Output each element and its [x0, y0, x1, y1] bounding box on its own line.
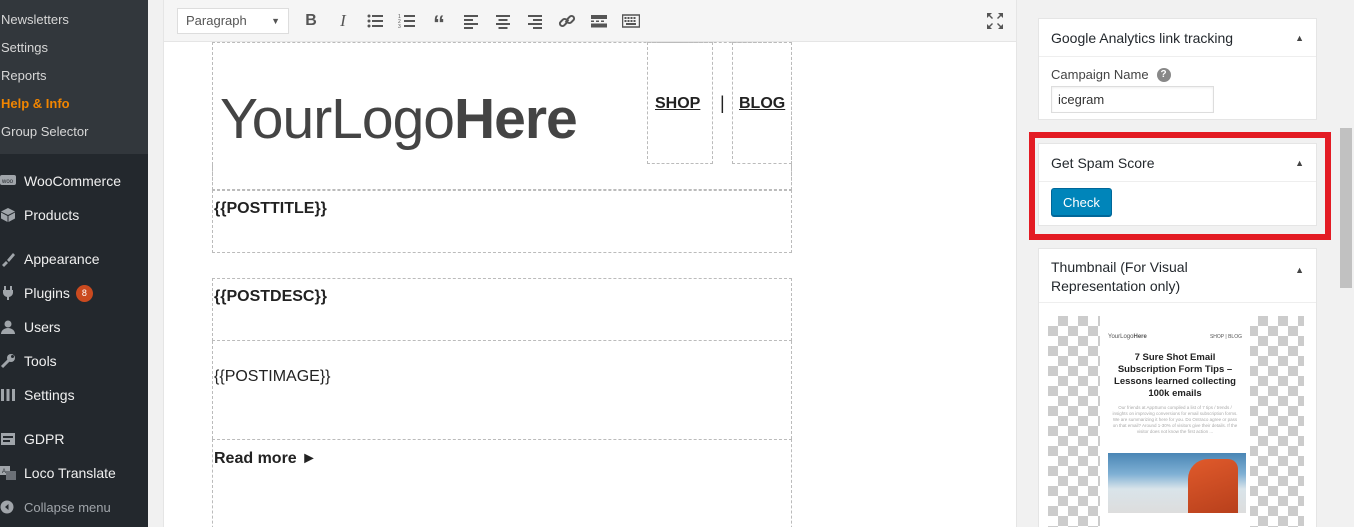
align-left-icon: [464, 14, 478, 29]
insert-link-button[interactable]: [551, 6, 583, 36]
help-icon[interactable]: ?: [1156, 67, 1171, 82]
sidebar-item-gdpr[interactable]: GDPR: [0, 422, 148, 456]
quote-icon: “: [433, 10, 445, 38]
align-center-button[interactable]: [487, 6, 519, 36]
email-editor: Paragraph ▼ B I 123 “ YourLogoHere SHOP …: [163, 0, 1017, 527]
collapse-icon: [0, 500, 24, 514]
sidebar-item-users[interactable]: Users: [0, 310, 148, 344]
page-scrollbar-thumb[interactable]: [1340, 128, 1352, 288]
submenu-help-info[interactable]: Help & Info: [0, 90, 148, 118]
thumbnail-title: Thumbnail (For Visual Representation onl…: [1051, 259, 1188, 294]
submenu: Newsletters Settings Reports Help & Info…: [0, 0, 148, 154]
sidebar-item-label: Products: [24, 207, 80, 223]
read-more-link[interactable]: Read more ►: [214, 450, 317, 468]
translate-icon: A: [0, 463, 24, 483]
users-icon: [0, 317, 24, 337]
logo-text[interactable]: YourLogoHere: [220, 86, 578, 152]
svg-text:A: A: [2, 469, 6, 475]
bold-button[interactable]: B: [295, 6, 327, 36]
thumbnail-preview: YourLogoHere SHOP | BLOG 7 Sure Shot Ema…: [1048, 316, 1304, 527]
preview-nav: SHOP | BLOG: [1209, 334, 1242, 340]
svg-text:3: 3: [398, 24, 401, 30]
numbered-list-button[interactable]: 123: [391, 6, 423, 36]
format-select-value: Paragraph: [186, 13, 247, 28]
chevron-down-icon: ▼: [271, 15, 280, 26]
thumbnail-page: YourLogoHere SHOP | BLOG 7 Sure Shot Ema…: [1100, 316, 1250, 527]
preview-body-text: Our friends at AppSumo compiled a list o…: [1112, 405, 1238, 434]
sidebar-item-settings[interactable]: Settings: [0, 378, 148, 412]
gdpr-icon: [0, 429, 24, 449]
red-highlight-box: [1029, 132, 1331, 240]
italic-button[interactable]: I: [327, 6, 359, 36]
ga-tracking-header[interactable]: Google Analytics link tracking ▲: [1039, 19, 1316, 57]
bullet-list-button[interactable]: [359, 6, 391, 36]
plugins-update-badge: 8: [75, 284, 93, 302]
sidebar-item-label: Users: [24, 319, 61, 335]
woo-icon: woo: [0, 171, 24, 191]
sidebar-item-products[interactable]: Products: [0, 198, 148, 232]
tools-icon: [0, 351, 24, 371]
bullet-list-icon: [367, 14, 383, 27]
post-title-placeholder[interactable]: {{POSTTITLE}}: [214, 200, 327, 218]
thumbnail-header[interactable]: Thumbnail (For Visual Representation onl…: [1039, 249, 1316, 303]
sidebar-item-appearance[interactable]: Appearance: [0, 242, 148, 276]
sidebar-item-label: Appearance: [24, 251, 100, 267]
sidebar-item-label: WooCommerce: [24, 173, 121, 189]
post-image-placeholder[interactable]: {{POSTIMAGE}}: [214, 368, 331, 386]
settings-icon: [0, 385, 24, 405]
sidebar-item-label: Plugins: [24, 285, 70, 301]
nav-separator: |: [720, 93, 725, 113]
ga-tracking-title: Google Analytics link tracking: [1051, 29, 1234, 46]
preview-logo: YourLogoHere: [1108, 334, 1147, 340]
sidebar-item-label: Settings: [24, 387, 75, 403]
sidebar-item-label: Tools: [24, 353, 57, 369]
collapse-toggle-icon[interactable]: ▲: [1295, 33, 1304, 43]
keyboard-icon: [622, 13, 640, 28]
campaign-name-input[interactable]: [1051, 86, 1214, 113]
submenu-settings[interactable]: Settings: [0, 34, 148, 62]
sidebar-item-plugins[interactable]: Plugins 8: [0, 276, 148, 310]
sidebar-item-loco-translate[interactable]: A Loco Translate: [0, 456, 148, 490]
collapse-menu-label: Collapse menu: [24, 499, 111, 515]
appearance-icon: [0, 249, 24, 269]
collapse-toggle-icon[interactable]: ▲: [1295, 261, 1304, 280]
format-select[interactable]: Paragraph ▼: [177, 7, 289, 34]
ga-tracking-box: Google Analytics link tracking ▲ Campaig…: [1038, 18, 1317, 120]
sidebar-item-tools[interactable]: Tools: [0, 344, 148, 378]
nav-shop-link[interactable]: SHOP: [655, 95, 700, 113]
submenu-group-selector[interactable]: Group Selector: [0, 118, 148, 146]
post-desc-placeholder[interactable]: {{POSTDESC}}: [214, 288, 327, 306]
read-more-button[interactable]: [583, 6, 615, 36]
admin-sidebar: Newsletters Settings Reports Help & Info…: [0, 0, 148, 527]
expand-icon: [987, 13, 1003, 29]
align-right-icon: [528, 14, 542, 29]
campaign-name-label: Campaign Name ?: [1051, 67, 1304, 82]
editor-toolbar: Paragraph ▼ B I 123 “: [164, 0, 1016, 42]
align-left-button[interactable]: [455, 6, 487, 36]
sidebar-item-label: Loco Translate: [24, 465, 116, 481]
svg-text:woo: woo: [1, 179, 14, 185]
link-icon: [558, 14, 576, 27]
submenu-newsletters[interactable]: Newsletters: [0, 6, 148, 34]
preview-title: 7 Sure Shot Email Subscription Form Tips…: [1114, 352, 1236, 399]
collapse-menu-button[interactable]: Collapse menu: [0, 490, 148, 524]
align-right-button[interactable]: [519, 6, 551, 36]
submenu-reports[interactable]: Reports: [0, 62, 148, 90]
toolbar-toggle-button[interactable]: [615, 6, 647, 36]
fullscreen-button[interactable]: [982, 8, 1008, 34]
nav-blog-link[interactable]: BLOG: [739, 95, 785, 113]
products-icon: [0, 205, 24, 225]
sidebar-item-woocommerce[interactable]: woo WooCommerce: [0, 164, 148, 198]
align-center-icon: [496, 14, 510, 29]
preview-image: [1108, 453, 1246, 513]
read-more-icon: [591, 14, 607, 27]
sidebar-item-label: GDPR: [24, 431, 65, 447]
plugins-icon: [0, 283, 24, 303]
blockquote-button[interactable]: “: [423, 6, 455, 36]
numbered-list-icon: 123: [398, 14, 415, 30]
email-template-canvas[interactable]: YourLogoHere SHOP | BLOG {{POSTTITLE}} {…: [212, 42, 792, 527]
